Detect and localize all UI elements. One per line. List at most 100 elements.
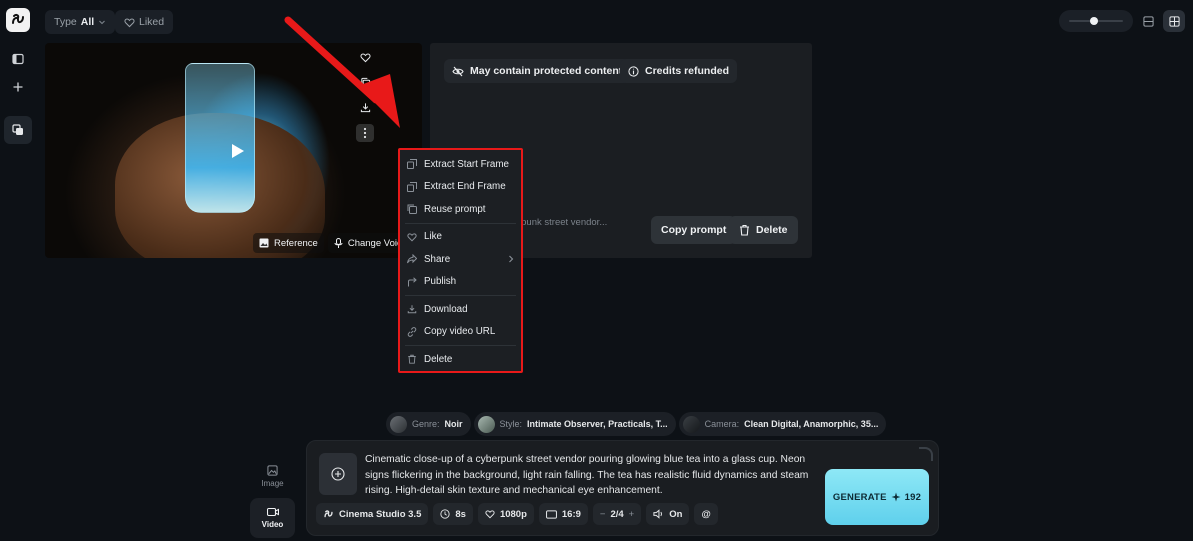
generate-cost: 192 bbox=[904, 491, 922, 503]
trash-icon bbox=[408, 355, 416, 364]
liked-filter-button[interactable]: Liked bbox=[115, 10, 174, 34]
menu-item-label: Delete bbox=[424, 353, 453, 365]
style-key: Style: bbox=[499, 419, 523, 429]
plus-circle-icon bbox=[331, 467, 345, 481]
type-filter-label: Type bbox=[54, 16, 77, 28]
menu-item-reuse-prompt[interactable]: Reuse prompt bbox=[403, 198, 518, 221]
menu-item-label: Download bbox=[424, 303, 468, 315]
video-icon bbox=[266, 507, 279, 517]
toggle-sidebar-button[interactable] bbox=[4, 45, 32, 73]
gallery-icon bbox=[12, 124, 23, 135]
download-icon bbox=[407, 305, 417, 314]
image-icon bbox=[259, 238, 269, 248]
style-value: Intimate Observer, Practicals, T... bbox=[527, 419, 668, 429]
genre-value: Noir bbox=[444, 419, 463, 429]
menu-item-label: Extract Start Frame bbox=[424, 158, 509, 170]
new-button[interactable] bbox=[4, 73, 32, 101]
speaker-icon bbox=[653, 509, 663, 519]
menu-item-extract-start-frame[interactable]: Extract Start Frame bbox=[403, 153, 518, 176]
mention-label: @ bbox=[701, 508, 711, 520]
prompt-input[interactable]: Cinematic close-up of a cyberpunk street… bbox=[365, 452, 825, 499]
plus-icon bbox=[13, 82, 23, 92]
genre-tag[interactable]: Genre: Noir bbox=[386, 412, 471, 436]
menu-item-like[interactable]: Like bbox=[403, 226, 518, 249]
menu-item-copy-video-url[interactable]: Copy video URL bbox=[403, 321, 518, 344]
video-context-menu: Extract Start Frame Extract End Frame Re… bbox=[398, 148, 523, 373]
annotation-arrow-icon bbox=[284, 16, 400, 128]
menu-item-download[interactable]: Download bbox=[403, 298, 518, 321]
protected-content-label: May contain protected content bbox=[470, 65, 623, 77]
genre-thumbnail bbox=[390, 415, 407, 433]
frame-icon bbox=[407, 181, 417, 192]
gallery-button[interactable] bbox=[4, 116, 32, 144]
duration-label: 8s bbox=[455, 508, 466, 520]
resolution-selector[interactable]: 1080p bbox=[477, 503, 534, 525]
count-label: 2/4 bbox=[610, 508, 624, 520]
menu-item-extract-end-frame[interactable]: Extract End Frame bbox=[403, 176, 518, 199]
aspect-label: 16:9 bbox=[561, 508, 581, 520]
add-reference-button[interactable] bbox=[319, 453, 357, 495]
mode-video-label: Video bbox=[261, 520, 284, 529]
delete-generation-button[interactable]: Delete bbox=[729, 216, 798, 244]
sparkle-icon bbox=[891, 492, 901, 502]
info-icon bbox=[628, 65, 639, 77]
delete-label: Delete bbox=[756, 224, 788, 236]
liked-filter-label: Liked bbox=[139, 16, 165, 28]
heart-icon bbox=[124, 18, 135, 27]
style-thumbnail bbox=[477, 415, 495, 433]
menu-item-delete[interactable]: Delete bbox=[403, 348, 518, 371]
duration-selector[interactable]: 8s bbox=[433, 503, 473, 525]
style-tag[interactable]: Style: Intimate Observer, Practicals, T.… bbox=[473, 412, 676, 436]
mention-button[interactable]: @ bbox=[694, 503, 718, 525]
generation-options: Cinema Studio 3.5 8s 1080p 16:9 − 2/4 + … bbox=[316, 503, 718, 525]
credits-refunded-label: Credits refunded bbox=[645, 65, 730, 77]
copy-prompt-button[interactable]: Copy prompt bbox=[651, 216, 737, 244]
zoom-slider[interactable] bbox=[1059, 10, 1133, 32]
slider-knob[interactable] bbox=[1090, 17, 1098, 25]
type-filter-dropdown[interactable]: Type All bbox=[45, 10, 116, 34]
view-controls bbox=[1059, 10, 1185, 32]
mode-image-button[interactable]: Image bbox=[250, 456, 295, 496]
video-frame-glass bbox=[185, 63, 255, 213]
reference-button[interactable]: Reference bbox=[253, 233, 324, 253]
frame-icon bbox=[407, 159, 417, 170]
aspect-selector[interactable]: 16:9 bbox=[538, 503, 588, 525]
mode-video-button[interactable]: Video bbox=[250, 498, 295, 538]
camera-tag[interactable]: Camera: Clean Digital, Anamorphic, 35... bbox=[678, 412, 887, 436]
protected-content-tag: May contain protected content bbox=[444, 59, 631, 83]
menu-item-label: Publish bbox=[424, 276, 457, 288]
preset-tags-bar: Genre: Noir Style: Intimate Observer, Pr… bbox=[386, 412, 887, 436]
model-logo-icon bbox=[324, 509, 333, 517]
layout-list-button[interactable] bbox=[1137, 10, 1159, 32]
sound-label: On bbox=[669, 508, 683, 520]
image-icon bbox=[267, 464, 278, 476]
menu-separator bbox=[405, 222, 516, 224]
type-filter-value: All bbox=[80, 16, 95, 28]
sidebar-icon bbox=[12, 53, 24, 65]
play-icon bbox=[232, 144, 244, 158]
play-button[interactable] bbox=[231, 143, 245, 159]
menu-item-label: Extract End Frame bbox=[424, 181, 506, 193]
heart-icon bbox=[407, 233, 417, 242]
copy-prompt-label: Copy prompt bbox=[661, 224, 727, 236]
share-icon bbox=[407, 254, 417, 264]
reference-label: Reference bbox=[274, 237, 318, 249]
prompt-composer: Cinematic close-up of a cyberpunk street… bbox=[306, 440, 939, 536]
generate-button[interactable]: GENERATE 192 bbox=[825, 469, 929, 525]
menu-item-share[interactable]: Share bbox=[403, 248, 518, 271]
count-stepper: − 2/4 + bbox=[592, 503, 642, 525]
layout-grid-button[interactable] bbox=[1163, 10, 1185, 32]
sound-toggle[interactable]: On bbox=[646, 503, 690, 525]
menu-separator bbox=[405, 295, 516, 296]
composer-corner-mark bbox=[919, 447, 933, 461]
aspect-ratio-icon bbox=[545, 509, 557, 519]
menu-item-publish[interactable]: Publish bbox=[403, 271, 518, 294]
camera-thumbnail bbox=[682, 415, 700, 433]
model-label: Cinema Studio 3.5 bbox=[339, 508, 422, 520]
chevron-down-icon bbox=[99, 20, 106, 25]
app-logo[interactable] bbox=[6, 8, 30, 32]
decrement-button[interactable]: − bbox=[600, 509, 606, 520]
model-selector[interactable]: Cinema Studio 3.5 bbox=[316, 503, 429, 525]
heart-icon bbox=[485, 510, 495, 519]
increment-button[interactable]: + bbox=[629, 509, 635, 520]
